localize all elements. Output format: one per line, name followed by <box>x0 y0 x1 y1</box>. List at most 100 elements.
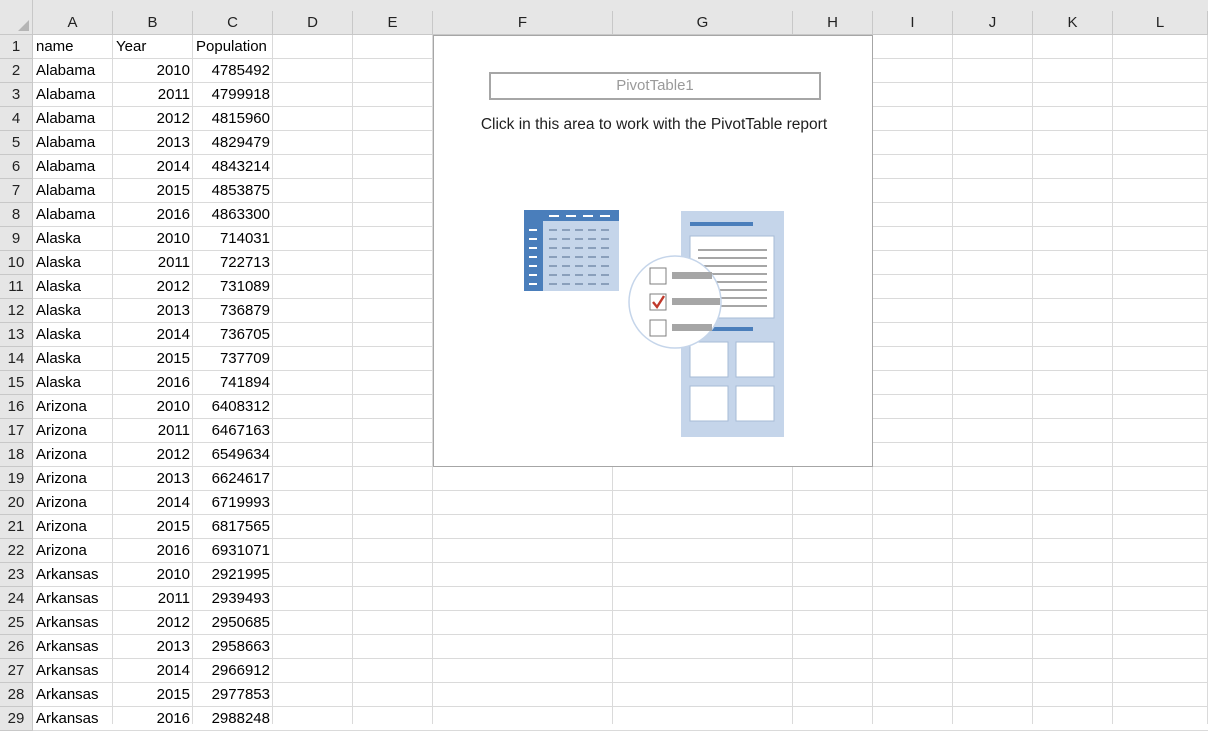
cell-name[interactable]: Arkansas <box>33 683 113 707</box>
cell-name[interactable]: Alabama <box>33 203 113 227</box>
cell-population[interactable]: 2958663 <box>193 635 273 659</box>
cell-name[interactable]: Arizona <box>33 539 113 563</box>
row-header[interactable]: 8 <box>0 203 33 227</box>
cell-name[interactable]: Alabama <box>33 83 113 107</box>
cell-population[interactable]: 6719993 <box>193 491 273 515</box>
cell-population[interactable]: 737709 <box>193 347 273 371</box>
cell-population[interactable]: 4829479 <box>193 131 273 155</box>
cell-population[interactable]: 2988248 <box>193 707 273 731</box>
cell-name[interactable]: Alabama <box>33 107 113 131</box>
row-header[interactable]: 25 <box>0 611 33 635</box>
cell-year[interactable]: 2013 <box>113 635 193 659</box>
row-header[interactable]: 6 <box>0 155 33 179</box>
cell-population[interactable]: 736705 <box>193 323 273 347</box>
cell-name[interactable]: Alaska <box>33 299 113 323</box>
cell-population[interactable]: 741894 <box>193 371 273 395</box>
cell-population[interactable]: 4815960 <box>193 107 273 131</box>
cell-year[interactable]: 2010 <box>113 227 193 251</box>
column-header-h[interactable]: H <box>793 11 873 35</box>
cell-population[interactable]: 2921995 <box>193 563 273 587</box>
column-header-c[interactable]: C <box>193 11 273 35</box>
cell-population[interactable]: 722713 <box>193 251 273 275</box>
cell-year[interactable]: 2010 <box>113 59 193 83</box>
cell-name[interactable]: Alaska <box>33 347 113 371</box>
cell-population[interactable]: Population <box>193 35 273 59</box>
cell-population[interactable]: 731089 <box>193 275 273 299</box>
row-header[interactable]: 2 <box>0 59 33 83</box>
cell-year[interactable]: 2015 <box>113 515 193 539</box>
cell-name[interactable]: Alabama <box>33 155 113 179</box>
row-header[interactable]: 1 <box>0 35 33 59</box>
cell-population[interactable]: 4853875 <box>193 179 273 203</box>
cell-population[interactable]: 4785492 <box>193 59 273 83</box>
cell-population[interactable]: 6408312 <box>193 395 273 419</box>
row-header[interactable]: 16 <box>0 395 33 419</box>
column-header-d[interactable]: D <box>273 11 353 35</box>
cell-year[interactable]: 2016 <box>113 539 193 563</box>
row-header[interactable]: 29 <box>0 707 33 731</box>
cell-year[interactable]: 2012 <box>113 443 193 467</box>
row-header[interactable]: 5 <box>0 131 33 155</box>
cell-year[interactable]: 2014 <box>113 155 193 179</box>
cell-year[interactable]: 2015 <box>113 683 193 707</box>
row-header[interactable]: 13 <box>0 323 33 347</box>
cell-population[interactable]: 4843214 <box>193 155 273 179</box>
cell-year[interactable]: 2016 <box>113 203 193 227</box>
column-header-f[interactable]: F <box>433 11 613 35</box>
cell-year[interactable]: 2013 <box>113 299 193 323</box>
cell-name[interactable]: Arizona <box>33 467 113 491</box>
cell-name[interactable]: Alaska <box>33 371 113 395</box>
row-header[interactable]: 11 <box>0 275 33 299</box>
cell-name[interactable]: name <box>33 35 113 59</box>
cell-population[interactable]: 6624617 <box>193 467 273 491</box>
cell-population[interactable]: 2939493 <box>193 587 273 611</box>
cell-name[interactable]: Arizona <box>33 443 113 467</box>
cell-year[interactable]: 2016 <box>113 707 193 731</box>
cell-year[interactable]: Year <box>113 35 193 59</box>
cell-year[interactable]: 2015 <box>113 179 193 203</box>
column-header-i[interactable]: I <box>873 11 953 35</box>
column-header-e[interactable]: E <box>353 11 433 35</box>
cell-name[interactable]: Arizona <box>33 419 113 443</box>
cell-name[interactable]: Alabama <box>33 179 113 203</box>
cell-year[interactable]: 2012 <box>113 611 193 635</box>
cell-name[interactable]: Alaska <box>33 251 113 275</box>
cell-year[interactable]: 2011 <box>113 419 193 443</box>
cell-population[interactable]: 4863300 <box>193 203 273 227</box>
cell-year[interactable]: 2014 <box>113 659 193 683</box>
column-header-k[interactable]: K <box>1033 11 1113 35</box>
cell-year[interactable]: 2013 <box>113 467 193 491</box>
cell-population[interactable]: 6931071 <box>193 539 273 563</box>
row-header[interactable]: 15 <box>0 371 33 395</box>
cell-year[interactable]: 2012 <box>113 275 193 299</box>
cell-year[interactable]: 2016 <box>113 371 193 395</box>
row-header[interactable]: 9 <box>0 227 33 251</box>
cell-year[interactable]: 2011 <box>113 251 193 275</box>
cell-name[interactable]: Alabama <box>33 131 113 155</box>
cell-population[interactable]: 2950685 <box>193 611 273 635</box>
cell-population[interactable]: 2966912 <box>193 659 273 683</box>
cell-population[interactable]: 714031 <box>193 227 273 251</box>
row-header[interactable]: 23 <box>0 563 33 587</box>
cell-name[interactable]: Alaska <box>33 323 113 347</box>
cell-name[interactable]: Arkansas <box>33 635 113 659</box>
cell-year[interactable]: 2011 <box>113 83 193 107</box>
cell-year[interactable]: 2010 <box>113 563 193 587</box>
cell-year[interactable]: 2015 <box>113 347 193 371</box>
row-header[interactable]: 24 <box>0 587 33 611</box>
column-header-b[interactable]: B <box>113 11 193 35</box>
cell-year[interactable]: 2013 <box>113 131 193 155</box>
row-header[interactable]: 3 <box>0 83 33 107</box>
cell-population[interactable]: 6467163 <box>193 419 273 443</box>
cell-name[interactable]: Alabama <box>33 59 113 83</box>
column-header-j[interactable]: J <box>953 11 1033 35</box>
pivot-table-placeholder[interactable]: PivotTable1 Click in this area to work w… <box>433 35 873 467</box>
cell-name[interactable]: Arkansas <box>33 611 113 635</box>
cell-year[interactable]: 2011 <box>113 587 193 611</box>
row-header[interactable]: 10 <box>0 251 33 275</box>
row-header[interactable]: 19 <box>0 467 33 491</box>
row-header[interactable]: 7 <box>0 179 33 203</box>
cell-year[interactable]: 2014 <box>113 491 193 515</box>
cell-name[interactable]: Arkansas <box>33 563 113 587</box>
row-header[interactable]: 28 <box>0 683 33 707</box>
